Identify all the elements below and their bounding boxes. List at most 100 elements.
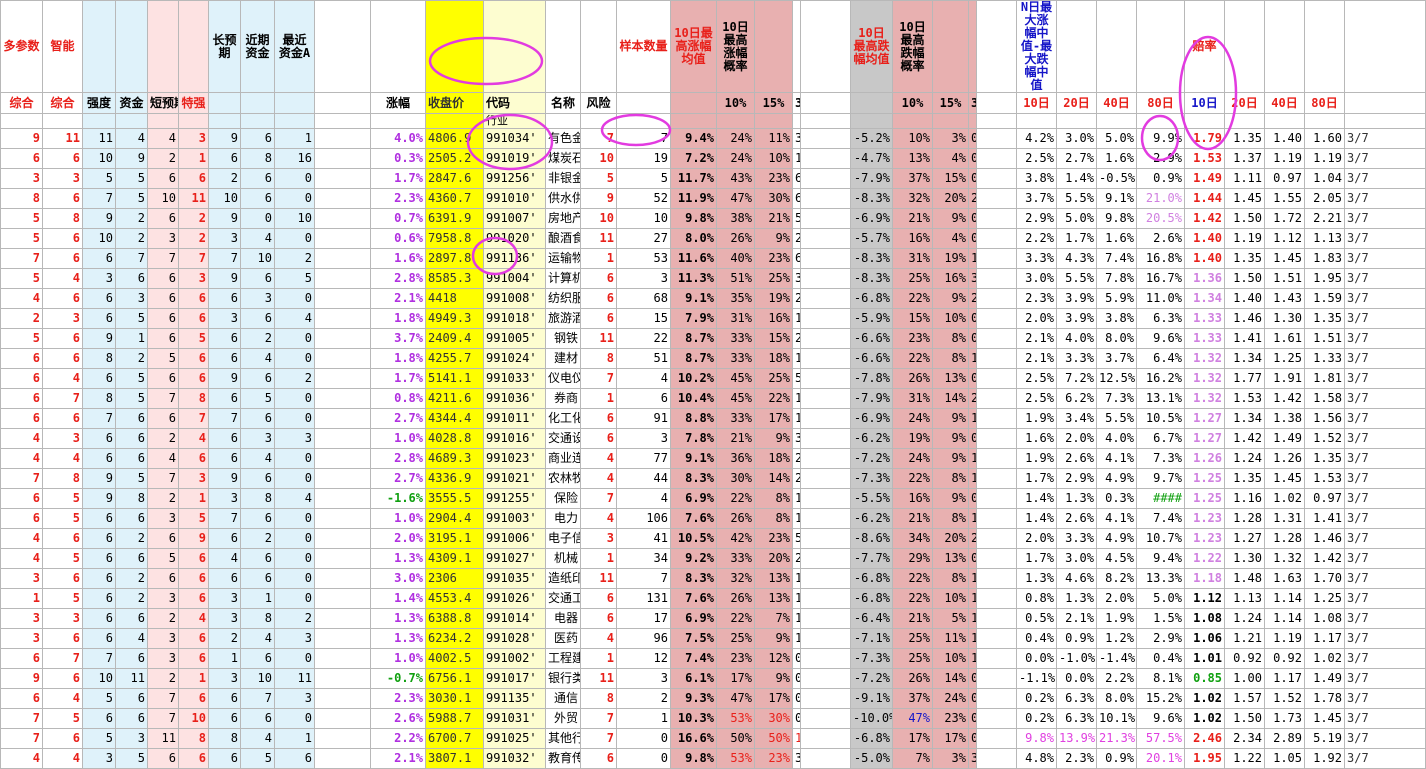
data-cell[interactable]: 1.14 [1264,608,1305,629]
code-cell[interactable]: 991256' [483,168,546,189]
data-cell[interactable]: 1% [792,308,801,329]
header-cell[interactable]: 智能 [42,0,83,93]
name-cell[interactable]: 商业连锁 [545,448,581,469]
data-cell[interactable]: 1.42 [1224,428,1265,449]
data-cell[interactable]: 10% [932,648,969,669]
data-cell[interactable]: 16.6% [670,728,717,749]
data-cell[interactable]: 77 [616,448,671,469]
data-cell[interactable]: 4344.4 [425,408,484,429]
data-cell[interactable]: 8 [240,608,275,629]
data-cell[interactable]: 6700.7 [425,728,484,749]
data-cell[interactable]: 6 [147,268,179,289]
data-cell[interactable]: 7 [82,648,116,669]
code-cell[interactable]: 991025' [483,728,546,749]
data-cell[interactable]: 6 [208,688,241,709]
data-cell[interactable]: 5.5% [1096,408,1137,429]
data-cell[interactable]: 1.25 [1184,488,1225,509]
data-cell[interactable]: 6 [178,308,209,329]
data-cell[interactable]: 1.6% [370,248,426,269]
data-cell[interactable]: 6 [82,308,116,329]
data-cell[interactable]: 1.00 [1224,668,1265,689]
data-cell[interactable]: 9% [754,428,793,449]
data-cell[interactable]: 2 [178,208,209,229]
table-row[interactable]: 6 6 8 2 5 6 6 4 0 1.8% 4255.7 991024' 建材 8 51 8.7% 33% 18… [0,348,1426,369]
data-cell[interactable]: 1.78 [1304,688,1345,709]
table-row[interactable]: 3355662601.7%2847.6991256'非银金融5511.7%43%… [0,168,1426,189]
header-cell[interactable] [754,0,793,93]
data-cell[interactable]: 1.31 [1264,508,1305,529]
data-cell[interactable]: 1.43 [1264,288,1305,309]
code-cell[interactable]: 991026' [483,588,546,609]
data-cell[interactable]: 6 [178,448,209,469]
data-cell[interactable]: 4 [115,128,148,149]
data-cell[interactable]: 4.6% [1056,568,1097,589]
data-cell[interactable]: 15.2% [1136,688,1185,709]
data-cell[interactable]: 13.1% [1136,388,1185,409]
data-cell[interactable]: 4360.7 [425,188,484,209]
data-cell[interactable]: 9% [754,628,793,649]
data-cell[interactable]: 3% [932,128,969,149]
data-cell[interactable]: 23% [754,168,793,189]
data-cell[interactable]: 2 [274,608,315,629]
data-cell[interactable]: 9.7% [1136,468,1185,489]
data-cell[interactable]: 5 [178,328,209,349]
data-cell[interactable]: 0% [968,308,977,329]
data-cell[interactable]: 9% [932,208,969,229]
data-cell[interactable]: 9.9% [1136,128,1185,149]
data-cell[interactable]: 9 [208,268,241,289]
data-cell[interactable]: 1.42 [1184,208,1225,229]
table-row[interactable]: 3 3 6 6 2 4 3 8 2 1.3% 6388.8 991014' 电器 6 17 6.9% 22% 7%… [0,608,1426,629]
data-cell[interactable]: 6 [0,688,43,709]
data-cell[interactable]: 24% [716,148,755,169]
data-cell[interactable]: 2% [968,188,977,209]
data-cell[interactable]: 16.2% [1136,368,1185,389]
data-cell[interactable]: 1.41 [1304,508,1345,529]
data-cell[interactable]: 2 [274,248,315,269]
data-cell[interactable]: -6.2% [850,428,893,449]
data-cell[interactable]: 3 [147,648,179,669]
data-cell[interactable]: 6 [0,508,43,529]
data-cell[interactable]: 0.4% [1136,648,1185,669]
data-cell[interactable]: 7 [147,248,179,269]
data-cell[interactable]: 6 [240,188,275,209]
data-cell[interactable]: 8 [115,488,148,509]
data-cell[interactable]: 1% [968,348,977,369]
data-cell[interactable]: 1.48 [1224,568,1265,589]
header-cell[interactable]: 最近资金A [274,0,315,93]
header-cell[interactable] [115,0,148,93]
data-cell[interactable]: 2 [147,148,179,169]
data-cell[interactable]: 1.28 [1264,528,1305,549]
data-cell[interactable]: 0.85 [1184,668,1225,689]
data-cell[interactable]: 3% [792,268,801,289]
data-cell[interactable]: 9% [754,228,793,249]
data-cell[interactable]: 9 [178,528,209,549]
header-cell[interactable]: 综合 [0,92,43,114]
data-cell[interactable]: -7.3% [850,648,893,669]
data-cell[interactable]: -0.7% [370,668,426,689]
data-cell[interactable]: -8.3% [850,188,893,209]
data-cell[interactable]: 4 [580,508,617,529]
data-cell[interactable]: 1.32 [1184,368,1225,389]
data-cell[interactable]: 5 [115,368,148,389]
data-cell[interactable]: 24% [892,408,933,429]
data-cell[interactable]: 3.3% [1056,348,1097,369]
data-cell[interactable]: 10 [178,708,209,729]
data-cell[interactable]: 1.42 [1304,548,1345,569]
data-cell[interactable]: 0% [968,728,977,749]
data-cell[interactable]: 1.4% [1016,488,1057,509]
data-cell[interactable]: 6 [580,588,617,609]
data-cell[interactable]: 3% [932,748,969,769]
data-cell[interactable]: 1.95 [1184,748,1225,769]
data-cell[interactable]: 26% [716,508,755,529]
data-cell[interactable]: 8 [580,348,617,369]
data-cell[interactable]: 7.2% [670,148,717,169]
data-cell[interactable]: 7.9% [670,308,717,329]
code-cell[interactable]: 991032' [483,748,546,769]
name-cell[interactable]: 建材 [545,348,581,369]
data-cell[interactable]: 20% [932,528,969,549]
data-cell[interactable]: 3030.1 [425,688,484,709]
data-cell[interactable]: 7 [0,708,43,729]
data-cell[interactable]: 1.34 [1184,288,1225,309]
data-cell[interactable]: 3 [208,588,241,609]
header-cell[interactable]: 样本数量 [616,0,671,93]
